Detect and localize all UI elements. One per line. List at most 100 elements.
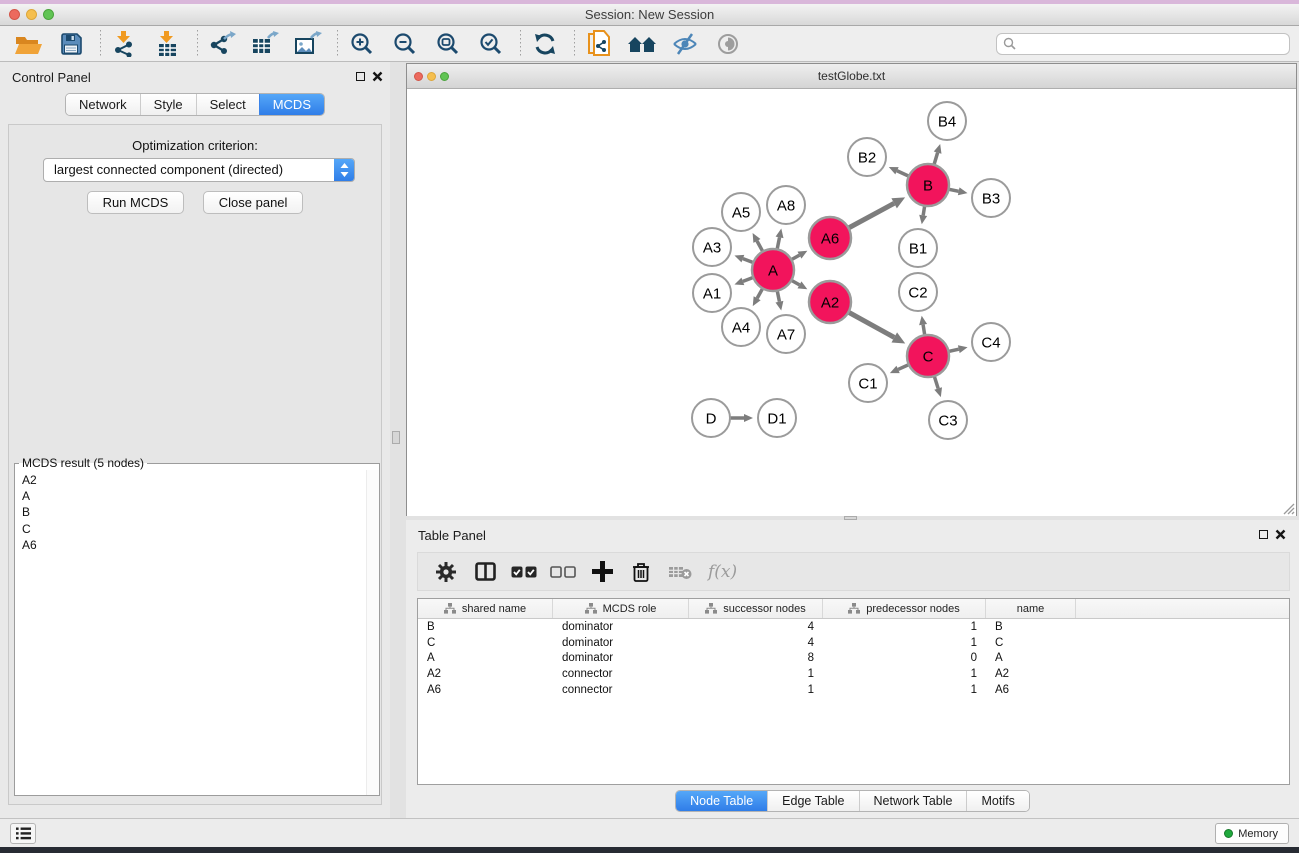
table-cell[interactable]: dominator [553, 652, 689, 664]
import-table-button[interactable] [152, 29, 184, 59]
graph-node-A6[interactable]: A6 [809, 217, 851, 259]
table-cell[interactable]: 4 [689, 621, 823, 633]
graph-node-D[interactable]: D [692, 399, 730, 437]
minimize-traffic-light[interactable] [26, 9, 37, 20]
table-cell[interactable]: A6 [418, 684, 553, 696]
minimize-traffic-light[interactable] [427, 72, 436, 81]
table-cell[interactable]: 1 [689, 668, 823, 680]
result-scrollbar[interactable] [366, 470, 379, 795]
tab-motifs[interactable]: Motifs [966, 791, 1028, 811]
close-traffic-light[interactable] [9, 9, 20, 20]
resize-grip-icon[interactable] [1282, 502, 1295, 515]
show-all-button[interactable] [712, 29, 744, 59]
graph-node-B2[interactable]: B2 [848, 138, 886, 176]
column-header-shared-name[interactable]: shared name [418, 599, 553, 618]
float-panel-icon[interactable] [1259, 530, 1268, 539]
graph-node-B3[interactable]: B3 [972, 179, 1010, 217]
table-cell[interactable]: 1 [823, 668, 986, 680]
close-panel-icon[interactable] [372, 71, 383, 82]
table-cell[interactable]: 1 [823, 621, 986, 633]
mcds-result-item[interactable]: A2 [22, 472, 379, 488]
table-cell[interactable]: A [418, 652, 553, 664]
mcds-result-item[interactable]: C [22, 521, 379, 537]
table-cell[interactable]: A6 [986, 684, 1076, 696]
column-header-MCDS-role[interactable]: MCDS role [553, 599, 689, 618]
tab-select[interactable]: Select [196, 94, 259, 115]
tab-edge-table[interactable]: Edge Table [767, 791, 858, 811]
tab-style[interactable]: Style [140, 94, 196, 115]
run-mcds-button[interactable]: Run MCDS [87, 191, 185, 214]
first-neighbors-button[interactable] [626, 29, 658, 59]
column-header-predecessor-nodes[interactable]: predecessor nodes [823, 599, 986, 618]
graph-node-C3[interactable]: C3 [929, 401, 967, 439]
table-cell[interactable]: 4 [689, 637, 823, 649]
import-network-button[interactable] [109, 29, 141, 59]
tab-node-table[interactable]: Node Table [676, 791, 767, 811]
table-cell[interactable]: A2 [418, 668, 553, 680]
export-table-button[interactable] [249, 29, 281, 59]
search-input[interactable] [996, 33, 1290, 55]
table-cell[interactable]: C [418, 637, 553, 649]
close-panel-button[interactable]: Close panel [203, 191, 304, 214]
tab-mcds[interactable]: MCDS [259, 94, 324, 115]
column-header-successor-nodes[interactable]: successor nodes [689, 599, 823, 618]
graph-node-A4[interactable]: A4 [722, 308, 760, 346]
zoom-selected-button[interactable] [475, 29, 507, 59]
table-cell[interactable]: B [418, 621, 553, 633]
float-panel-icon[interactable] [356, 72, 365, 81]
select-all-button[interactable] [511, 559, 537, 585]
graph-node-C[interactable]: C [907, 335, 949, 377]
mcds-result-item[interactable]: A [22, 488, 379, 504]
zoom-in-button[interactable] [346, 29, 378, 59]
criterion-dropdown[interactable]: largest connected component (directed) [43, 158, 355, 182]
table-cell[interactable]: 8 [689, 652, 823, 664]
mcds-result-item[interactable]: B [22, 504, 379, 520]
graph-node-C1[interactable]: C1 [849, 364, 887, 402]
table-cell[interactable]: 0 [823, 652, 986, 664]
graph-node-B[interactable]: B [907, 164, 949, 206]
close-traffic-light[interactable] [414, 72, 423, 81]
graph-node-A1[interactable]: A1 [693, 274, 731, 312]
open-session-button[interactable] [12, 29, 44, 59]
export-image-button[interactable] [292, 29, 324, 59]
graph-node-A3[interactable]: A3 [693, 228, 731, 266]
task-history-button[interactable] [10, 823, 36, 844]
save-session-button[interactable] [55, 29, 87, 59]
delete-column-button[interactable] [628, 559, 654, 585]
table-cell[interactable]: 1 [823, 637, 986, 649]
tab-network[interactable]: Network [66, 94, 140, 115]
table-row[interactable]: Bdominator41B [418, 619, 1289, 635]
table-cell[interactable]: B [986, 621, 1076, 633]
delete-table-button[interactable] [667, 559, 693, 585]
table-cell[interactable]: connector [553, 684, 689, 696]
graph-node-B1[interactable]: B1 [899, 229, 937, 267]
graph-node-A2[interactable]: A2 [809, 281, 851, 323]
table-row[interactable]: Adominator80A [418, 651, 1289, 667]
table-cell[interactable]: dominator [553, 621, 689, 633]
table-cell[interactable]: A2 [986, 668, 1076, 680]
table-cell[interactable]: 1 [689, 684, 823, 696]
table-cell[interactable]: connector [553, 668, 689, 680]
network-canvas[interactable]: B4B2BB3A5A8A6B1A3AC2A1A2A4A7C4CC1DD1C3 [407, 90, 1296, 516]
function-builder-button[interactable]: f(x) [708, 562, 737, 582]
table-cell[interactable]: dominator [553, 637, 689, 649]
refresh-button[interactable] [529, 29, 561, 59]
zoom-fit-button[interactable] [432, 29, 464, 59]
close-panel-icon[interactable] [1275, 529, 1286, 540]
table-cell[interactable]: 1 [823, 684, 986, 696]
tab-network-table[interactable]: Network Table [859, 791, 967, 811]
zoom-traffic-light[interactable] [440, 72, 449, 81]
table-cell[interactable]: A [986, 652, 1076, 664]
show-column-button[interactable] [472, 559, 498, 585]
graph-node-A7[interactable]: A7 [767, 315, 805, 353]
graph-node-B4[interactable]: B4 [928, 102, 966, 140]
table-row[interactable]: A2connector11A2 [418, 666, 1289, 682]
export-network-button[interactable] [206, 29, 238, 59]
graph-node-D1[interactable]: D1 [758, 399, 796, 437]
graph-node-C4[interactable]: C4 [972, 323, 1010, 361]
table-cell[interactable]: C [986, 637, 1076, 649]
memory-button[interactable]: Memory [1215, 823, 1289, 844]
graph-node-A5[interactable]: A5 [722, 193, 760, 231]
clone-network-button[interactable] [583, 29, 615, 59]
table-settings-button[interactable] [433, 559, 459, 585]
